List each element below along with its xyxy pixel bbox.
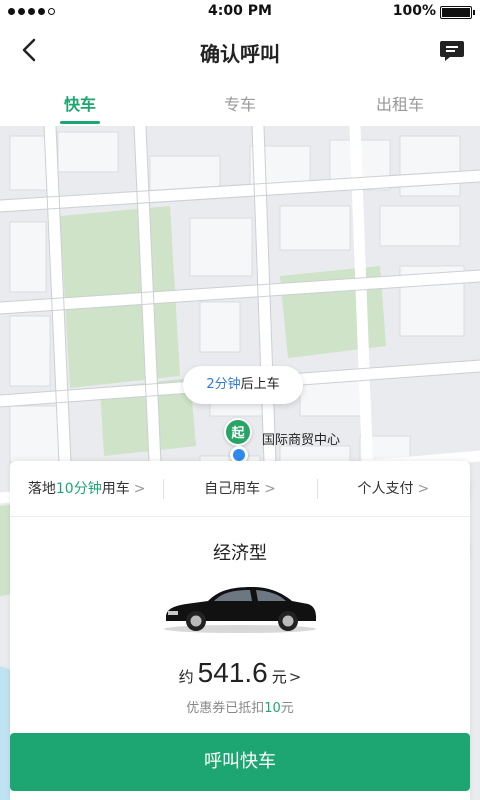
battery-percent: 100% bbox=[392, 3, 436, 19]
start-pin[interactable]: 起 bbox=[224, 418, 252, 446]
price-estimate[interactable]: 约 541.6 元 > bbox=[10, 657, 470, 689]
time-prefix: 落地 bbox=[27, 481, 56, 497]
eta-time: 2分钟 bbox=[206, 377, 241, 392]
price-unit: 元 bbox=[271, 668, 287, 686]
coupon-unit: 元 bbox=[280, 701, 294, 716]
chevron-right-icon: > bbox=[264, 481, 276, 497]
ride-type-tabs: 快车 专车 出租车 bbox=[0, 76, 480, 126]
tab-express[interactable]: 快车 bbox=[0, 76, 160, 126]
price-prefix: 约 bbox=[178, 668, 194, 686]
order-options: 落地10分钟用车 > 自己用车 > 个人支付 > bbox=[10, 461, 470, 517]
car-icon bbox=[164, 587, 316, 633]
rider-label: 自己用车 bbox=[204, 481, 261, 497]
departure-time-option[interactable]: 落地10分钟用车 > bbox=[10, 461, 163, 516]
eta-bubble: 2分钟后上车 bbox=[183, 366, 303, 404]
message-icon bbox=[440, 41, 464, 61]
tab-taxi[interactable]: 出租车 bbox=[320, 76, 480, 126]
chevron-right-icon: > bbox=[288, 668, 302, 686]
pickup-place-name: 国际商贸中心 bbox=[262, 433, 341, 448]
coupon-prefix: 优惠券已抵扣 bbox=[186, 701, 265, 716]
eta-suffix: 后上车 bbox=[240, 377, 280, 392]
tab-premier[interactable]: 专车 bbox=[160, 76, 320, 126]
battery-icon bbox=[440, 6, 475, 19]
chevron-right-icon: > bbox=[133, 481, 146, 497]
payment-label: 个人支付 bbox=[357, 481, 414, 497]
payment-option[interactable]: 个人支付 > bbox=[316, 461, 470, 516]
header: 确认呼叫 bbox=[0, 24, 480, 76]
time-highlight: 10分钟 bbox=[55, 481, 102, 497]
call-car-button[interactable]: 呼叫快车 bbox=[10, 733, 470, 791]
coupon-amount: 10 bbox=[264, 701, 281, 716]
chevron-right-icon: > bbox=[417, 481, 430, 497]
message-button[interactable] bbox=[438, 36, 466, 64]
page-title: 确认呼叫 bbox=[200, 42, 280, 66]
time-suffix: 用车 bbox=[101, 481, 130, 497]
order-card: 落地10分钟用车 > 自己用车 > 个人支付 > 经济型 约 541.6 元 > 优惠券已抵… bbox=[10, 461, 470, 800]
car-type-label: 经济型 bbox=[213, 543, 267, 564]
status-bar: 4:00 PM 100% bbox=[0, 0, 480, 24]
coupon-note: 优惠券已抵扣10元 bbox=[10, 697, 470, 716]
rider-option[interactable]: 自己用车 > bbox=[163, 461, 316, 516]
price-value: 541.6 bbox=[197, 657, 268, 688]
